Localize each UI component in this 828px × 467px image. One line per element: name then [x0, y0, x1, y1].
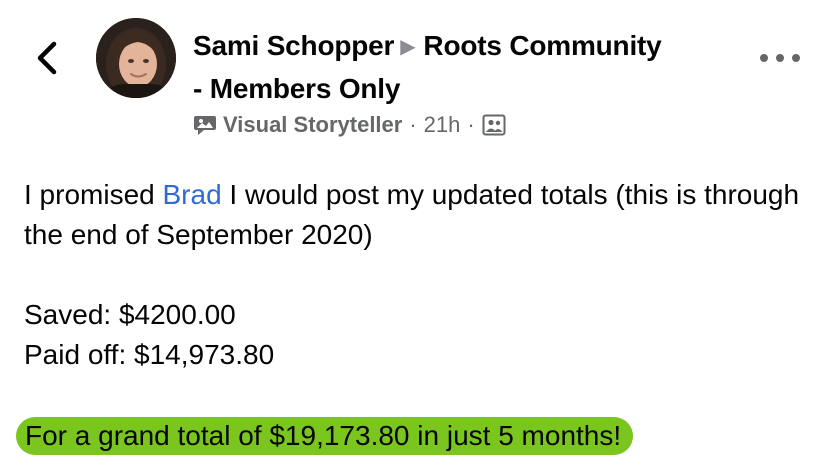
- badge-label[interactable]: Visual Storyteller: [223, 112, 402, 138]
- separator-dot: ·: [467, 112, 475, 137]
- grand-total-highlight: For a grand total of $19,173.80 in just …: [16, 417, 634, 455]
- post-time[interactable]: 21h: [424, 112, 461, 138]
- visual-storyteller-icon: [194, 116, 216, 135]
- post-card: Sami Schopper ▶ Roots Community - Members …: [0, 0, 828, 467]
- group-name[interactable]: Roots Community: [423, 30, 661, 61]
- saved-line: Saved: $4200.00: [24, 299, 236, 330]
- play-triangle-icon: ▶: [400, 36, 416, 58]
- more-options-icon-dot: [776, 54, 784, 62]
- intro-text: I promised: [24, 179, 163, 210]
- more-options-icon-dot: [760, 54, 768, 62]
- chevron-left-icon: [37, 41, 57, 75]
- group-audience-icon: [482, 114, 506, 136]
- separator-dot: ·: [409, 112, 417, 137]
- mention-link[interactable]: Brad: [163, 179, 222, 210]
- post-meta: Visual Storyteller · 21h ·: [193, 110, 506, 140]
- post-paragraph-intro: I promised Brad I would post my updated …: [24, 175, 804, 255]
- more-options-icon-dot: [792, 54, 800, 62]
- post-body: I promised Brad I would post my updated …: [24, 175, 804, 375]
- group-name-continued[interactable]: - Members Only: [193, 69, 733, 109]
- avatar[interactable]: [96, 18, 176, 98]
- more-options-button[interactable]: [760, 45, 800, 71]
- back-button[interactable]: [30, 38, 64, 78]
- post-title: Sami Schopper ▶ Roots Community: [193, 26, 733, 69]
- paid-off-line: Paid off: $14,973.80: [24, 339, 275, 370]
- author-name[interactable]: Sami Schopper: [193, 30, 394, 61]
- post-header: Sami Schopper ▶ Roots Community - Members …: [193, 26, 733, 109]
- profile-photo: [96, 18, 176, 98]
